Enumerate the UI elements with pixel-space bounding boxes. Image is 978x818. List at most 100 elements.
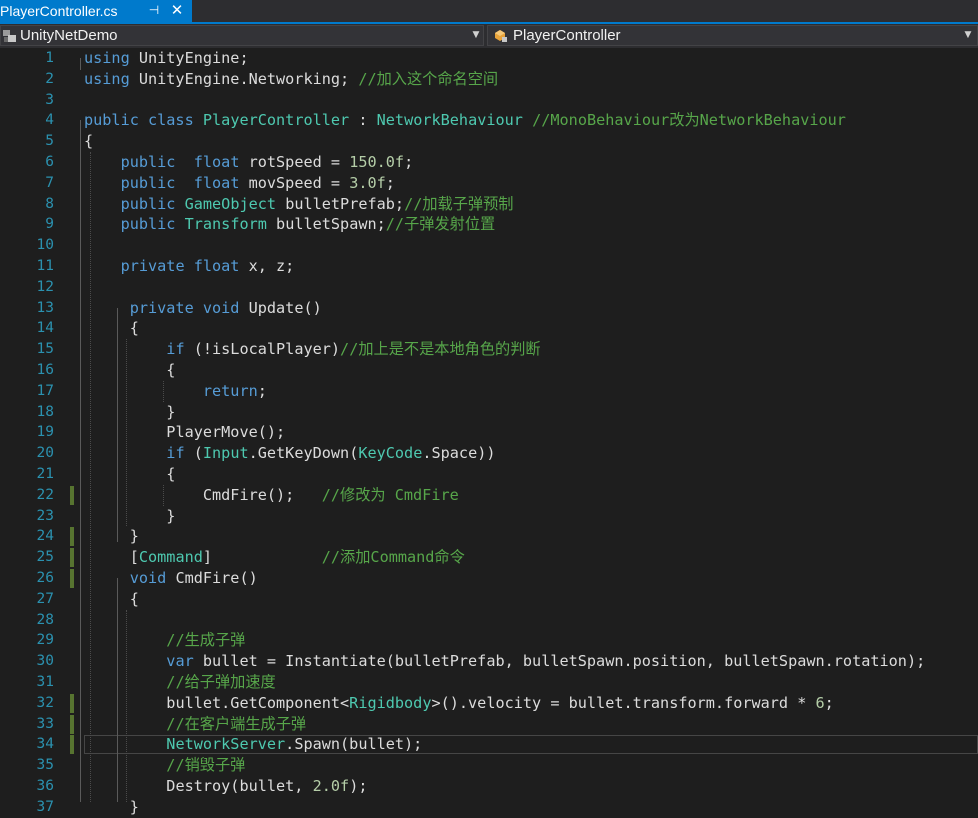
line-number: 29: [36, 632, 54, 649]
code-text: {: [84, 131, 93, 152]
code-line[interactable]: 9 public Transform bulletSpawn;//子弹发射位置: [0, 214, 978, 235]
line-number: 9: [45, 216, 54, 233]
code-line[interactable]: 17 return;: [0, 381, 978, 402]
code-token: {: [129, 589, 139, 608]
code-line[interactable]: 5{: [0, 131, 978, 152]
code-token: );: [349, 777, 368, 795]
tab-playercontroller[interactable]: PlayerController.cs ⊣ ✕: [0, 0, 192, 22]
chevron-down-icon[interactable]: ▼: [961, 26, 975, 45]
line-number: 23: [36, 507, 54, 524]
code-line[interactable]: 15 if (!isLocalPlayer)//加上是不是本地角色的判断: [0, 339, 978, 360]
code-line[interactable]: 22 CmdFire(); //修改为 CmdFire: [0, 485, 978, 506]
code-line[interactable]: 13 private void Update(): [0, 298, 978, 319]
code-token: //修改为 CmdFire: [321, 485, 459, 504]
pin-icon[interactable]: ⊣: [146, 1, 162, 19]
code-token: public class: [84, 111, 194, 130]
code-line[interactable]: 7 public float movSpeed = 3.0f;: [0, 173, 978, 194]
line-number: 7: [45, 174, 54, 191]
code-token: ]: [202, 548, 322, 567]
code-token: ;: [257, 381, 267, 400]
chevron-down-icon[interactable]: ▼: [469, 26, 483, 45]
code-line[interactable]: 36 Destroy(bullet, 2.0f);: [0, 776, 978, 797]
class-dropdown[interactable]: PlayerController ▼: [487, 25, 978, 46]
code-line[interactable]: 3: [0, 90, 978, 111]
code-line[interactable]: 33 //在客户端生成子弹: [0, 714, 978, 735]
code-text: public float rotSpeed = 150.0f;: [84, 152, 414, 173]
code-line[interactable]: 19 PlayerMove();: [0, 422, 978, 443]
code-text: using UnityEngine;: [84, 48, 249, 69]
outline-region-line: [80, 58, 81, 70]
code-line[interactable]: 20 if (Input.GetKeyDown(KeyCode.Space)): [0, 443, 978, 464]
code-line[interactable]: 37 }: [0, 797, 978, 818]
line-number: 37: [36, 798, 54, 815]
outline-region-line: [117, 307, 118, 543]
change-marker: [70, 569, 74, 588]
code-token: }: [129, 797, 139, 816]
indent-guide: [126, 339, 127, 527]
code-token: 150.0f: [349, 153, 405, 171]
code-line[interactable]: 25 [Command] //添加Command命令: [0, 547, 978, 568]
code-token: 6: [815, 693, 825, 712]
line-number: 5: [45, 133, 54, 150]
class-name: PlayerController: [513, 27, 621, 44]
code-line[interactable]: 12: [0, 277, 978, 298]
code-token: //销毁子弹: [166, 756, 246, 775]
code-token: private void: [129, 298, 240, 317]
code-line[interactable]: 31 //给子弹加速度: [0, 672, 978, 693]
code-line[interactable]: 29 //生成子弹: [0, 630, 978, 651]
code-line[interactable]: 35 //销毁子弹: [0, 755, 978, 776]
code-line[interactable]: 34 NetworkServer.Spawn(bullet);: [0, 734, 978, 755]
code-line[interactable]: 1 using UnityEngine;: [0, 48, 978, 69]
code-token: }: [166, 506, 176, 525]
code-line[interactable]: 16 {: [0, 360, 978, 381]
code-line[interactable]: 14 {: [0, 318, 978, 339]
line-number: 26: [36, 570, 54, 586]
code-line[interactable]: 28: [0, 610, 978, 631]
line-number: 15: [36, 341, 54, 358]
code-line[interactable]: 8 public GameObject bulletPrefab;//加载子弹预…: [0, 194, 978, 215]
line-number: 27: [36, 590, 54, 607]
change-marker: [70, 735, 74, 755]
code-line[interactable]: 24 }: [0, 526, 978, 547]
indent-guide: [90, 152, 91, 802]
line-number: 1: [45, 50, 54, 66]
code-text: public Transform bulletSpawn;//子弹发射位置: [84, 214, 496, 235]
line-number: 13: [36, 299, 54, 316]
code-text: [Command] //添加Command命令: [84, 547, 465, 568]
code-token: void: [129, 569, 167, 587]
code-token: if: [166, 444, 185, 463]
code-line[interactable]: 21 {: [0, 464, 978, 485]
code-line[interactable]: 6 public float rotSpeed = 150.0f;: [0, 152, 978, 173]
code-line[interactable]: 4 public class PlayerController : Network…: [0, 110, 978, 131]
project-icon: [3, 30, 16, 42]
code-token: bullet = Instantiate(bulletPrefab, bulle…: [193, 652, 926, 671]
code-text: public float movSpeed = 3.0f;: [84, 173, 395, 194]
code-token: PlayerMove();: [166, 423, 286, 442]
code-token: bullet.GetComponent<: [166, 693, 350, 712]
code-text: //销毁子弹: [84, 755, 245, 776]
code-line[interactable]: 30 var bullet = Instantiate(bulletPrefab…: [0, 651, 978, 672]
code-line[interactable]: 27 {: [0, 589, 978, 610]
code-text: {: [84, 589, 139, 610]
code-line[interactable]: 11 private float x, z;: [0, 256, 978, 277]
line-number: 34: [36, 736, 54, 753]
code-line[interactable]: 2 using UnityEngine.Networking; //加入这个命名空…: [0, 69, 978, 90]
code-text: }: [84, 402, 175, 423]
tab-title: PlayerController.cs: [0, 3, 118, 19]
code-token: (!isLocalPlayer): [184, 340, 341, 359]
code-token: .Space)): [422, 444, 496, 463]
code-line[interactable]: 10: [0, 235, 978, 256]
code-editor[interactable]: 1 using UnityEngine; 2 using UnityEngine.Ne…: [0, 48, 978, 816]
code-line[interactable]: 18 }: [0, 402, 978, 423]
code-line[interactable]: 32 bullet.GetComponent<Rigidbody>().velo…: [0, 693, 978, 714]
project-dropdown[interactable]: UnityNetDemo ▼: [0, 25, 484, 46]
code-token: CmdFire(): [166, 569, 258, 587]
line-number: 31: [36, 674, 54, 690]
code-token: bulletSpawn;: [266, 215, 386, 234]
document-tab-bar: PlayerController.cs ⊣ ✕: [0, 0, 978, 22]
code-line[interactable]: 26 void CmdFire(): [0, 568, 978, 589]
code-line[interactable]: 23 }: [0, 506, 978, 527]
close-icon[interactable]: ✕: [168, 1, 186, 19]
code-token: bulletPrefab;: [276, 194, 405, 213]
